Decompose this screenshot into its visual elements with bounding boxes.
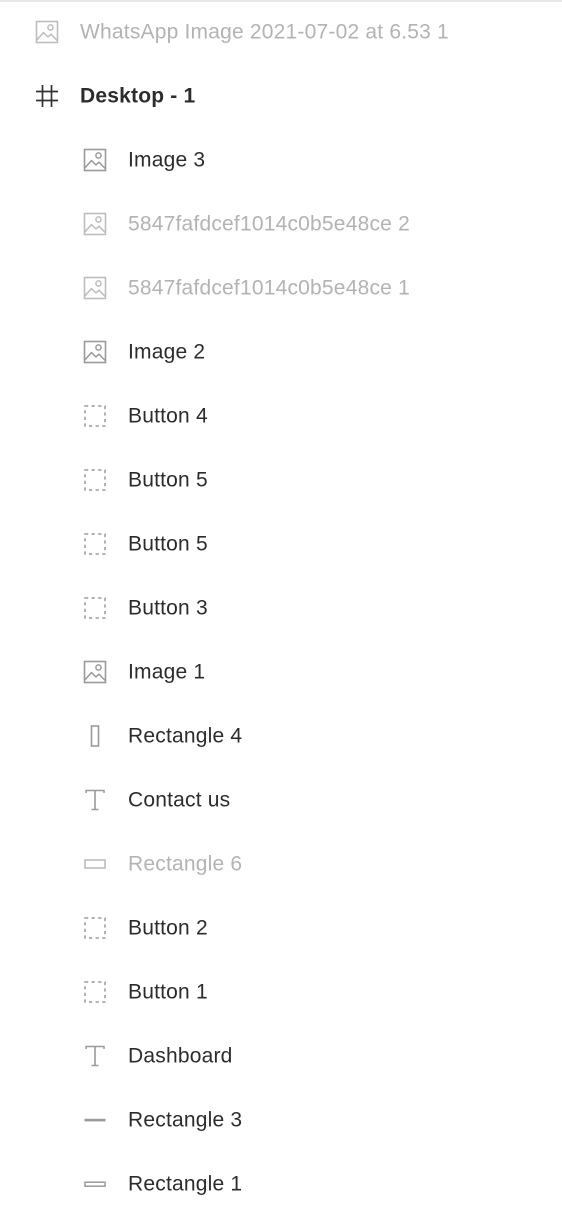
layer-row-desktop-1[interactable]: Desktop - 1 xyxy=(0,64,562,128)
layers-panel: WhatsApp Image 2021-07-02 at 6.53 1 Deskt… xyxy=(0,0,562,1216)
group-icon xyxy=(82,403,108,429)
layer-label: Rectangle 1 xyxy=(128,1172,243,1196)
layer-label: Rectangle 6 xyxy=(128,852,243,876)
image-icon xyxy=(82,659,108,685)
layer-label: Button 5 xyxy=(128,468,208,492)
layer-row-button-5[interactable]: Button 5 xyxy=(0,448,562,512)
text-icon xyxy=(82,1043,108,1069)
layer-label: Button 4 xyxy=(128,404,208,428)
image-icon xyxy=(34,19,60,45)
layer-row-image-3[interactable]: Image 3 xyxy=(0,128,562,192)
layer-row-button-2[interactable]: Button 2 xyxy=(0,896,562,960)
layer-row-contact-us[interactable]: Contact us xyxy=(0,768,562,832)
layer-row-5847fafdcef1014c0b5e48ce-2[interactable]: 5847fafdcef1014c0b5e48ce 2 xyxy=(0,192,562,256)
layer-row-button-5[interactable]: Button 5 xyxy=(0,512,562,576)
layer-row-rectangle-3[interactable]: Rectangle 3 xyxy=(0,1088,562,1152)
layer-label: Image 2 xyxy=(128,340,206,364)
layer-row-button-1[interactable]: Button 1 xyxy=(0,960,562,1024)
layer-label: Desktop - 1 xyxy=(80,84,196,108)
image-icon xyxy=(82,339,108,365)
group-icon xyxy=(82,979,108,1005)
layer-label: Button 1 xyxy=(128,980,208,1004)
group-icon xyxy=(82,531,108,557)
layer-label: Contact us xyxy=(128,788,231,812)
layer-label: Rectangle 4 xyxy=(128,724,243,748)
layer-row-5847fafdcef1014c0b5e48ce-1[interactable]: 5847fafdcef1014c0b5e48ce 1 xyxy=(0,256,562,320)
group-icon xyxy=(82,915,108,941)
layer-label: Rectangle 3 xyxy=(128,1108,243,1132)
layer-row-image-2[interactable]: Image 2 xyxy=(0,320,562,384)
flat-rectangle-icon xyxy=(82,1171,108,1197)
layer-label: Image 1 xyxy=(128,660,206,684)
layer-row-rectangle-1[interactable]: Rectangle 1 xyxy=(0,1152,562,1216)
layer-label: Button 2 xyxy=(128,916,208,940)
layer-label: Image 3 xyxy=(128,148,206,172)
image-icon xyxy=(82,211,108,237)
line-rectangle-icon xyxy=(82,1107,108,1133)
group-icon xyxy=(82,467,108,493)
layer-row-rectangle-4[interactable]: Rectangle 4 xyxy=(0,704,562,768)
layer-row-whatsapp-image-2021-07-02-at-6-53-1[interactable]: WhatsApp Image 2021-07-02 at 6.53 1 xyxy=(0,0,562,64)
layer-row-button-3[interactable]: Button 3 xyxy=(0,576,562,640)
wide-rectangle-icon xyxy=(82,851,108,877)
layer-label: WhatsApp Image 2021-07-02 at 6.53 1 xyxy=(80,20,449,44)
layer-label: Button 5 xyxy=(128,532,208,556)
layer-label: 5847fafdcef1014c0b5e48ce 1 xyxy=(128,276,410,300)
layer-label: Button 3 xyxy=(128,596,208,620)
image-icon xyxy=(82,275,108,301)
layer-row-rectangle-6[interactable]: Rectangle 6 xyxy=(0,832,562,896)
layer-row-dashboard[interactable]: Dashboard xyxy=(0,1024,562,1088)
frame-icon xyxy=(34,83,60,109)
layer-row-button-4[interactable]: Button 4 xyxy=(0,384,562,448)
text-icon xyxy=(82,787,108,813)
layer-label: 5847fafdcef1014c0b5e48ce 2 xyxy=(128,212,410,236)
layer-label: Dashboard xyxy=(128,1044,233,1068)
group-icon xyxy=(82,595,108,621)
tall-rectangle-icon xyxy=(82,723,108,749)
image-icon xyxy=(82,147,108,173)
layer-row-image-1[interactable]: Image 1 xyxy=(0,640,562,704)
